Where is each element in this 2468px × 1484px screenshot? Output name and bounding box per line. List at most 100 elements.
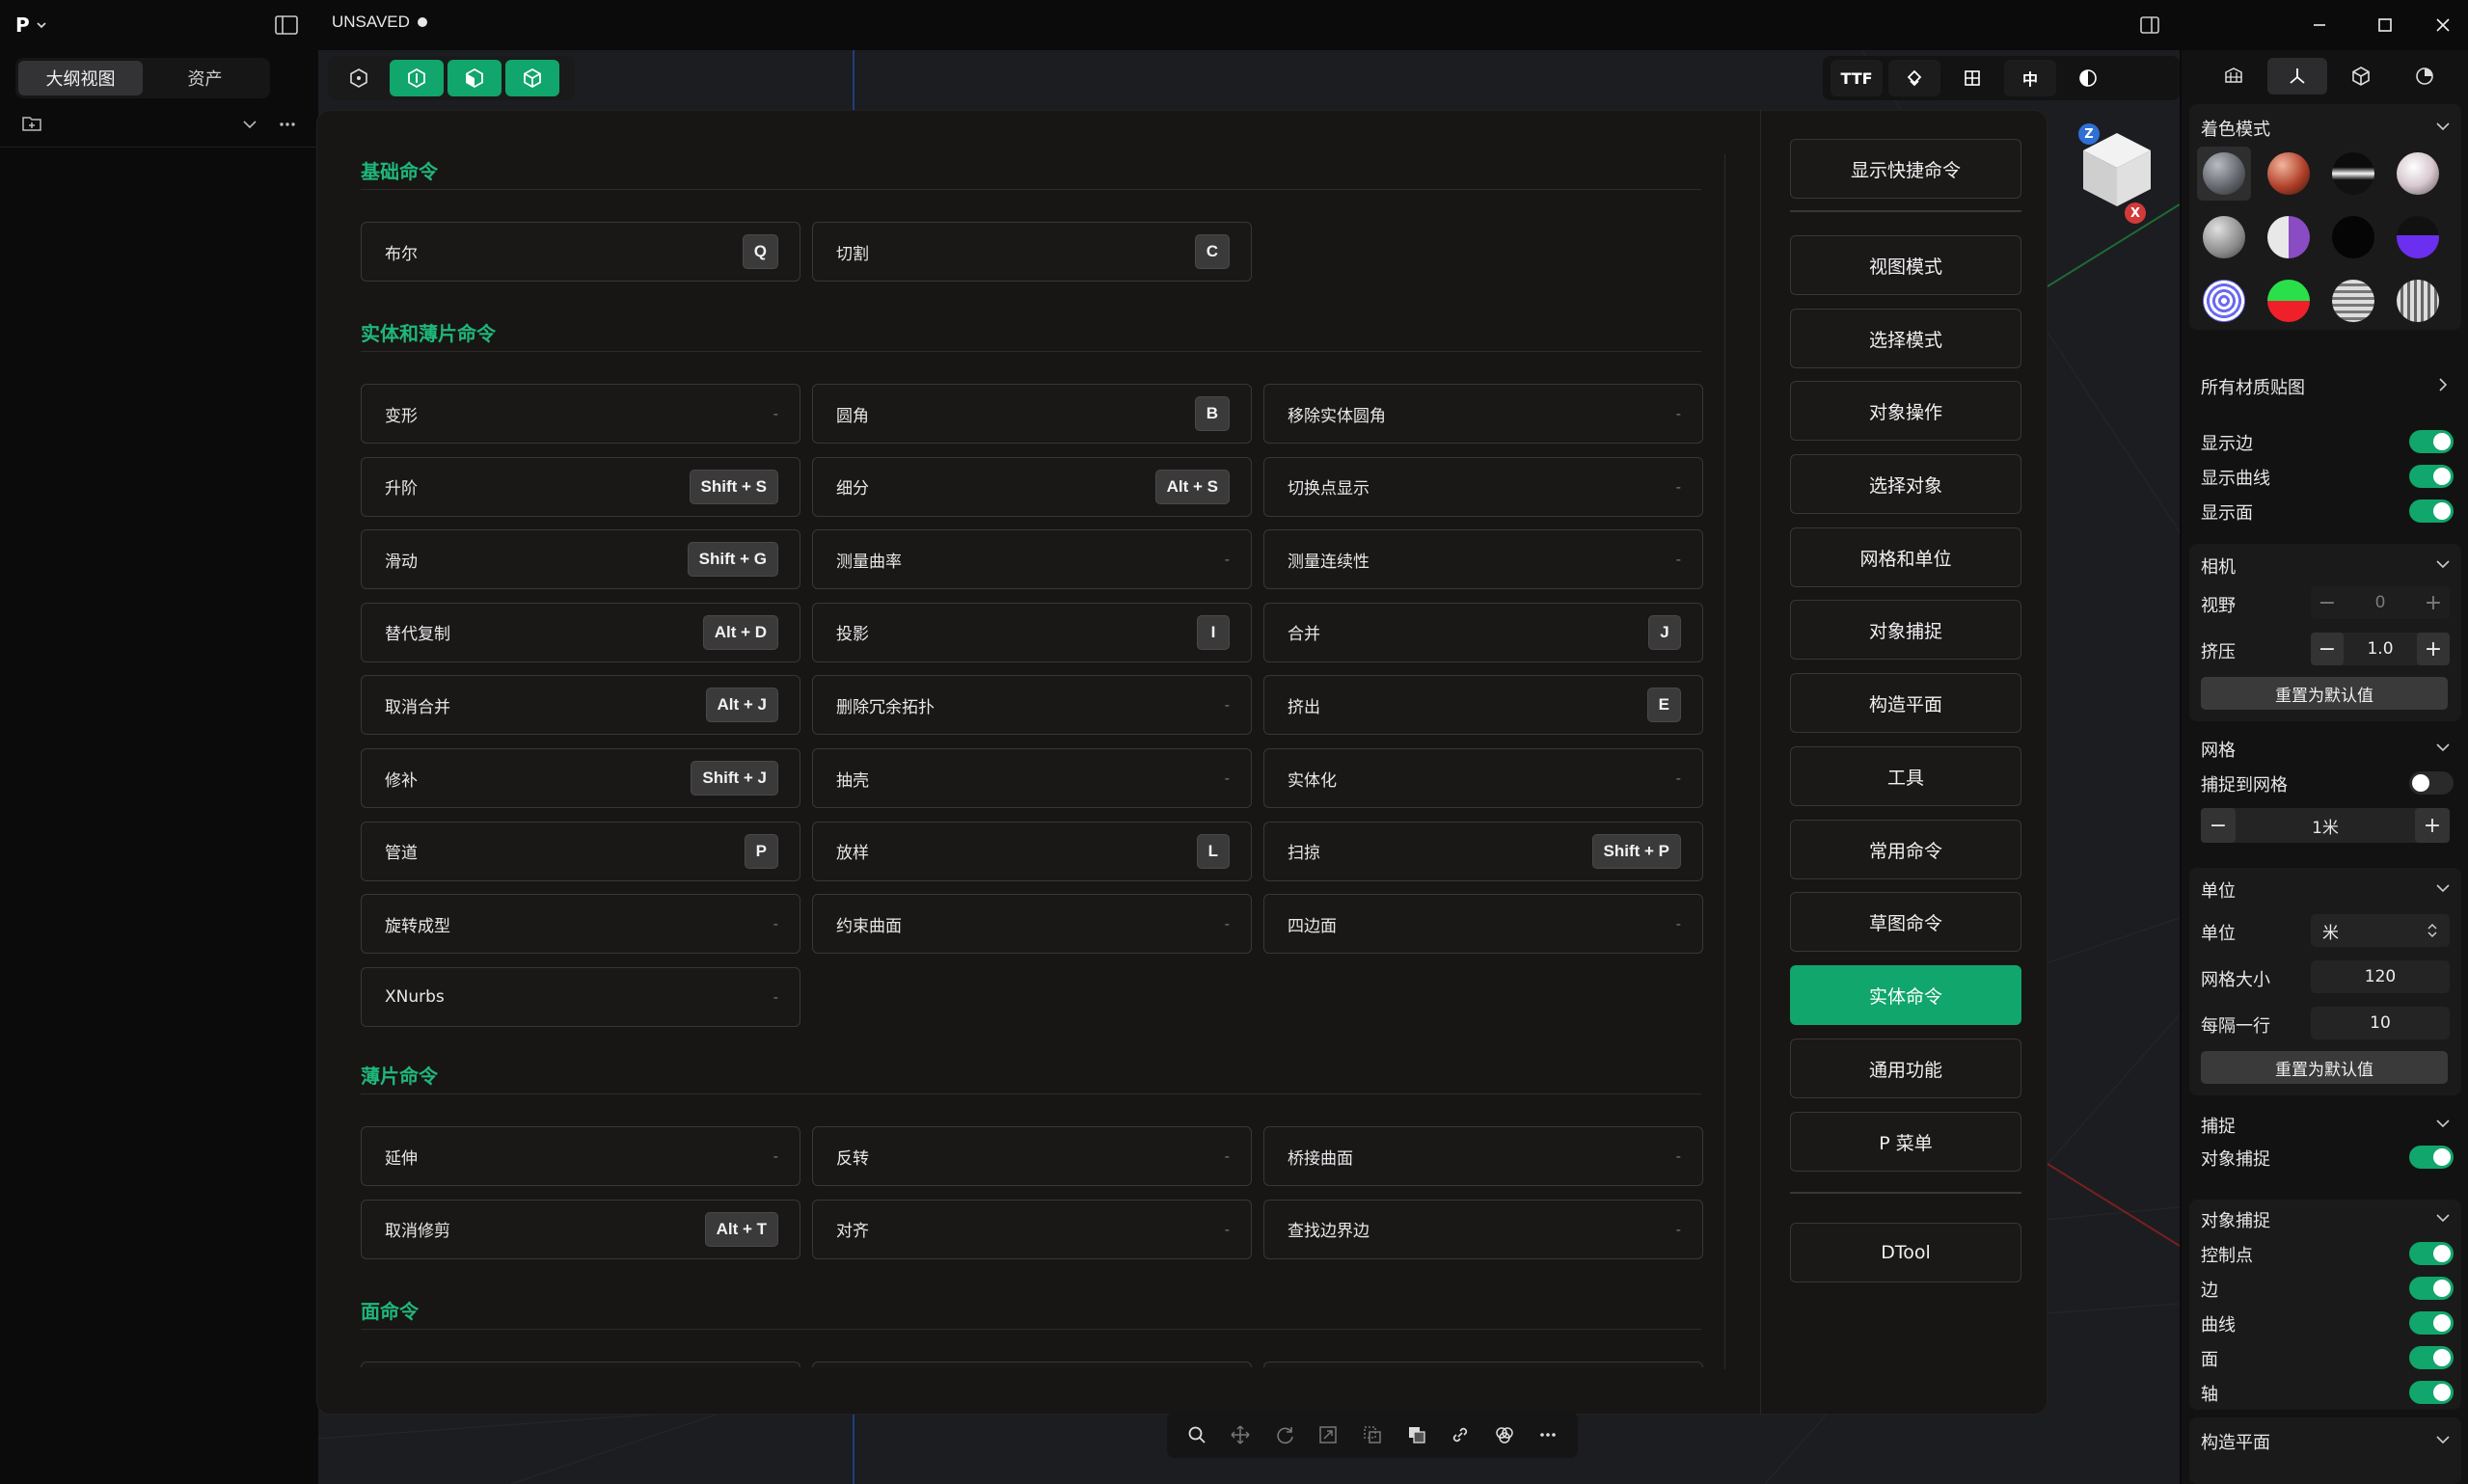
shading-swatch[interactable] — [2203, 280, 2245, 322]
copy-transform-icon[interactable] — [1362, 1424, 1383, 1445]
shading-swatch[interactable] — [2332, 152, 2374, 195]
nav-category-button[interactable]: 实体命令 — [1790, 965, 2021, 1025]
chevron-down-icon[interactable] — [2434, 555, 2452, 573]
ttf-button[interactable]: TTF — [1831, 60, 1883, 96]
chevron-down-icon[interactable] — [2434, 879, 2452, 897]
grid-icon[interactable] — [1946, 60, 1998, 96]
show-curves-toggle[interactable] — [2409, 465, 2454, 488]
panel-toggle-icon[interactable] — [2133, 10, 2166, 40]
command-item[interactable]: 切割 C — [812, 222, 1252, 282]
nav-category-button[interactable]: 选择模式 — [1790, 309, 2021, 368]
search-icon[interactable] — [1186, 1424, 1207, 1445]
scale-icon[interactable] — [1317, 1424, 1339, 1445]
new-folder-icon[interactable] — [21, 114, 42, 133]
shading-swatch[interactable] — [2267, 152, 2310, 195]
point-mode-icon[interactable] — [332, 60, 386, 96]
command-item[interactable]: 挤出 E — [1263, 675, 1703, 736]
nav-category-button[interactable]: 视图模式 — [1790, 235, 2021, 295]
command-item[interactable]: 延伸 - — [361, 1126, 800, 1186]
command-item[interactable]: 取消合并 Alt + J — [361, 675, 800, 736]
language-button[interactable]: 中 — [2004, 60, 2056, 96]
shading-swatch[interactable] — [2397, 152, 2439, 195]
command-item[interactable] — [1263, 1362, 1703, 1367]
shading-swatch[interactable] — [2267, 216, 2310, 258]
object-snap-toggle[interactable] — [2409, 1146, 2454, 1169]
chevron-down-icon[interactable] — [2434, 118, 2452, 135]
nav-category-button[interactable]: 草图命令 — [1790, 892, 2021, 952]
command-item[interactable]: 旋转成型 - — [361, 894, 800, 955]
command-item[interactable]: 滑动 Shift + G — [361, 529, 800, 590]
nav-category-button[interactable]: 通用功能 — [1790, 1039, 2021, 1098]
command-item[interactable]: 细分 Alt + S — [812, 456, 1252, 517]
nav-category-button[interactable]: 选择对象 — [1790, 454, 2021, 514]
snap-axis-toggle[interactable] — [2409, 1381, 2454, 1404]
nav-category-button[interactable]: 网格和单位 — [1790, 527, 2021, 587]
move-icon[interactable] — [1230, 1424, 1251, 1445]
command-item[interactable]: 修补 Shift + J — [361, 748, 800, 808]
edge-mode-icon[interactable] — [390, 60, 444, 96]
tab-assets[interactable]: 资产 — [143, 61, 267, 95]
tab-outline[interactable]: 大纲视图 — [18, 61, 143, 95]
command-item[interactable]: 合并 J — [1263, 602, 1703, 662]
face-mode-icon[interactable] — [447, 60, 502, 96]
command-item[interactable]: 四边面 - — [1263, 894, 1703, 955]
command-item[interactable] — [361, 1362, 800, 1367]
command-item[interactable]: 取消修剪 Alt + T — [361, 1199, 800, 1259]
camera-reset-button[interactable]: 重置为默认值 — [2201, 677, 2448, 710]
every-row-input[interactable]: 10 — [2311, 1007, 2450, 1039]
minimize-button[interactable] — [2303, 10, 2336, 40]
more-icon[interactable] — [1537, 1424, 1559, 1445]
shading-swatch[interactable] — [2267, 280, 2310, 322]
maximize-button[interactable] — [2369, 10, 2401, 40]
sidebar-toggle-icon[interactable] — [274, 13, 299, 37]
command-item[interactable]: 查找边界边 - — [1263, 1199, 1703, 1259]
shading-swatch[interactable] — [2332, 280, 2374, 322]
command-item[interactable]: 桥接曲面 - — [1263, 1126, 1703, 1186]
grid-size-stepper[interactable]: − 1米 + — [2201, 808, 2450, 843]
gizmo-z-axis[interactable]: Z — [2078, 123, 2100, 145]
all-materials-row[interactable]: 所有材质贴图 — [2189, 366, 2461, 405]
command-item[interactable]: 切换点显示 - — [1263, 456, 1703, 517]
rotate-icon[interactable] — [1274, 1424, 1295, 1445]
chevron-down-icon[interactable] — [2434, 739, 2452, 756]
plus-icon[interactable]: + — [2417, 586, 2450, 619]
nav-category-button[interactable]: 显示快捷命令 — [1790, 139, 2021, 199]
command-item[interactable]: 变形 - — [361, 384, 800, 444]
chevron-down-icon[interactable] — [2434, 1115, 2452, 1132]
render-icon[interactable] — [2395, 58, 2454, 94]
snap-to-grid-toggle[interactable] — [2409, 771, 2454, 795]
command-item[interactable]: 管道 P — [361, 821, 800, 881]
command-item[interactable]: 投影 I — [812, 602, 1252, 662]
gizmo-x-axis[interactable]: X — [2125, 202, 2146, 224]
nav-category-button[interactable]: 对象操作 — [1790, 381, 2021, 441]
contrast-icon[interactable] — [2062, 60, 2114, 96]
nav-category-button[interactable]: 常用命令 — [1790, 820, 2021, 879]
duplicate-icon[interactable] — [1406, 1424, 1427, 1445]
units-reset-button[interactable]: 重置为默认值 — [2201, 1051, 2448, 1084]
shading-swatch[interactable] — [2203, 152, 2245, 195]
app-menu[interactable]: P — [15, 12, 60, 39]
plus-icon[interactable]: + — [2416, 633, 2450, 665]
chevron-right-icon[interactable] — [2434, 376, 2452, 393]
material-grid-icon[interactable] — [2204, 58, 2264, 94]
close-button[interactable] — [2427, 10, 2459, 40]
command-item[interactable]: 测量连续性 - — [1263, 529, 1703, 590]
object-mode-icon[interactable] — [505, 60, 559, 96]
link-icon[interactable] — [1450, 1424, 1471, 1445]
chevron-down-icon[interactable] — [241, 116, 258, 133]
show-faces-toggle[interactable] — [2409, 499, 2454, 523]
plus-icon[interactable]: + — [2414, 808, 2450, 843]
squeeze-stepper[interactable]: − 1.0 + — [2311, 633, 2450, 665]
command-item[interactable]: 替代复制 Alt + D — [361, 602, 800, 662]
minus-icon[interactable]: − — [2311, 633, 2344, 665]
command-item[interactable]: 放样 L — [812, 821, 1252, 881]
command-item[interactable]: 扫掠 Shift + P — [1263, 821, 1703, 881]
axes-icon[interactable] — [2267, 58, 2327, 94]
boolean-icon[interactable] — [1494, 1424, 1515, 1445]
command-item[interactable]: 移除实体圆角 - — [1263, 384, 1703, 444]
command-item[interactable]: 实体化 - — [1263, 748, 1703, 808]
command-item[interactable]: 反转 - — [812, 1126, 1252, 1186]
nav-category-button[interactable]: 对象捕捉 — [1790, 600, 2021, 660]
cube-settings-icon[interactable] — [2331, 58, 2391, 94]
command-item[interactable] — [812, 1362, 1252, 1367]
